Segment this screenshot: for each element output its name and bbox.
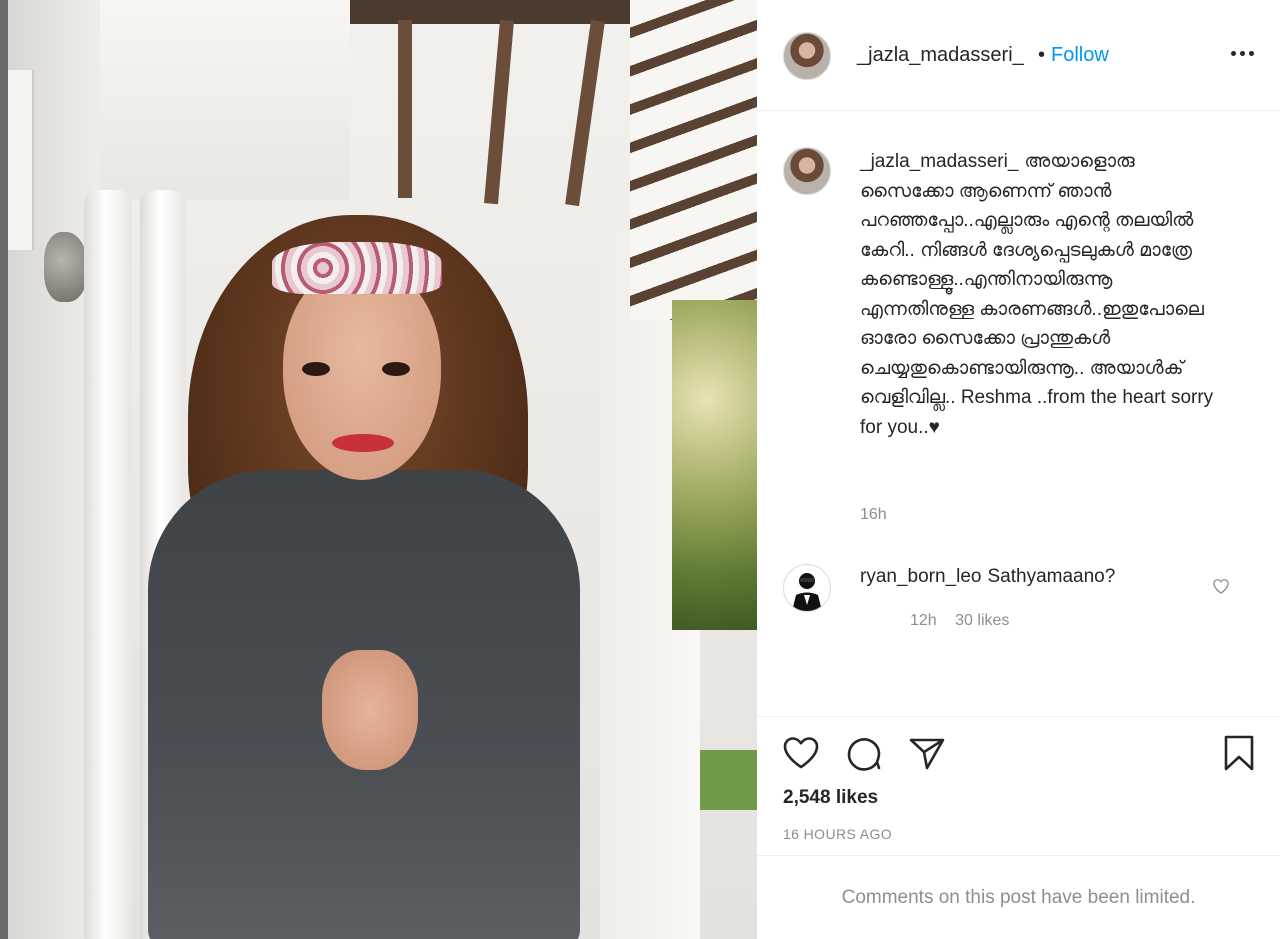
header-divider xyxy=(757,110,1280,111)
photo-person-eye xyxy=(302,362,330,376)
photo-railing-bar xyxy=(484,19,514,205)
photo-door-frame xyxy=(8,70,34,250)
photo-pillar xyxy=(84,190,132,939)
photo-person-hands xyxy=(322,650,418,770)
header-separator: • xyxy=(1038,44,1046,66)
heart-icon[interactable] xyxy=(781,733,821,773)
post-caption: _jazla_madasseri_ അയാളൊരു സൈക്കോ ആണെന്ന് … xyxy=(860,147,1220,442)
photo-stairs xyxy=(630,0,757,320)
comment-item: ryan_born_leo Sathyamaano? xyxy=(860,566,1115,588)
caption-text: അയാളൊരു സൈക്കോ ആണെന്ന് ഞാൻ പറഞ്ഞപ്പോ..എല… xyxy=(860,151,1214,438)
photo-railing-bar xyxy=(565,19,605,207)
post-timestamp[interactable]: 16 HOURS AGO xyxy=(783,826,892,842)
comment-likes[interactable]: 30 likes xyxy=(955,612,1009,629)
photo-railing-bar xyxy=(398,20,412,198)
photo-edge xyxy=(0,0,8,939)
bookmark-icon[interactable] xyxy=(1219,733,1259,773)
post-photo[interactable] xyxy=(0,0,757,939)
comment-time[interactable]: 12h xyxy=(910,612,937,629)
author-username[interactable]: _jazla_madasseri_ xyxy=(857,44,1024,67)
photo-wall-lamp xyxy=(44,232,88,302)
photo-trees xyxy=(672,300,757,630)
comments-limited-notice: Comments on this post have been limited. xyxy=(841,887,1196,908)
caption-username[interactable]: _jazla_madasseri_ xyxy=(860,151,1018,172)
photo-grass xyxy=(700,750,757,810)
footer-divider xyxy=(757,855,1280,856)
follow-button[interactable]: Follow xyxy=(1051,44,1109,67)
caption-avatar[interactable] xyxy=(783,147,831,195)
comment-meta: 12h 30 likes xyxy=(910,612,1009,630)
more-horizontal-icon[interactable] xyxy=(1227,38,1257,68)
comment-username[interactable]: ryan_born_leo xyxy=(860,566,981,587)
comment-icon[interactable] xyxy=(844,733,884,773)
post-side-panel: _jazla_madasseri_ • Follow _jazla_madass… xyxy=(757,0,1280,939)
photo-person-eye xyxy=(382,362,410,376)
comment-text: Sathyamaano? xyxy=(987,566,1116,587)
photo-person-lips xyxy=(332,434,394,452)
photo-person-headband xyxy=(272,242,442,294)
commenter-avatar[interactable] xyxy=(783,564,831,612)
author-avatar[interactable] xyxy=(783,32,831,80)
send-icon[interactable] xyxy=(907,733,947,773)
heart-outline-icon[interactable] xyxy=(1211,576,1231,596)
likes-count[interactable]: 2,548 likes xyxy=(783,787,878,809)
actions-divider xyxy=(757,716,1280,717)
caption-time[interactable]: 16h xyxy=(860,506,887,524)
commenter-avatar-image xyxy=(792,573,822,611)
photo-ceiling xyxy=(100,0,350,200)
